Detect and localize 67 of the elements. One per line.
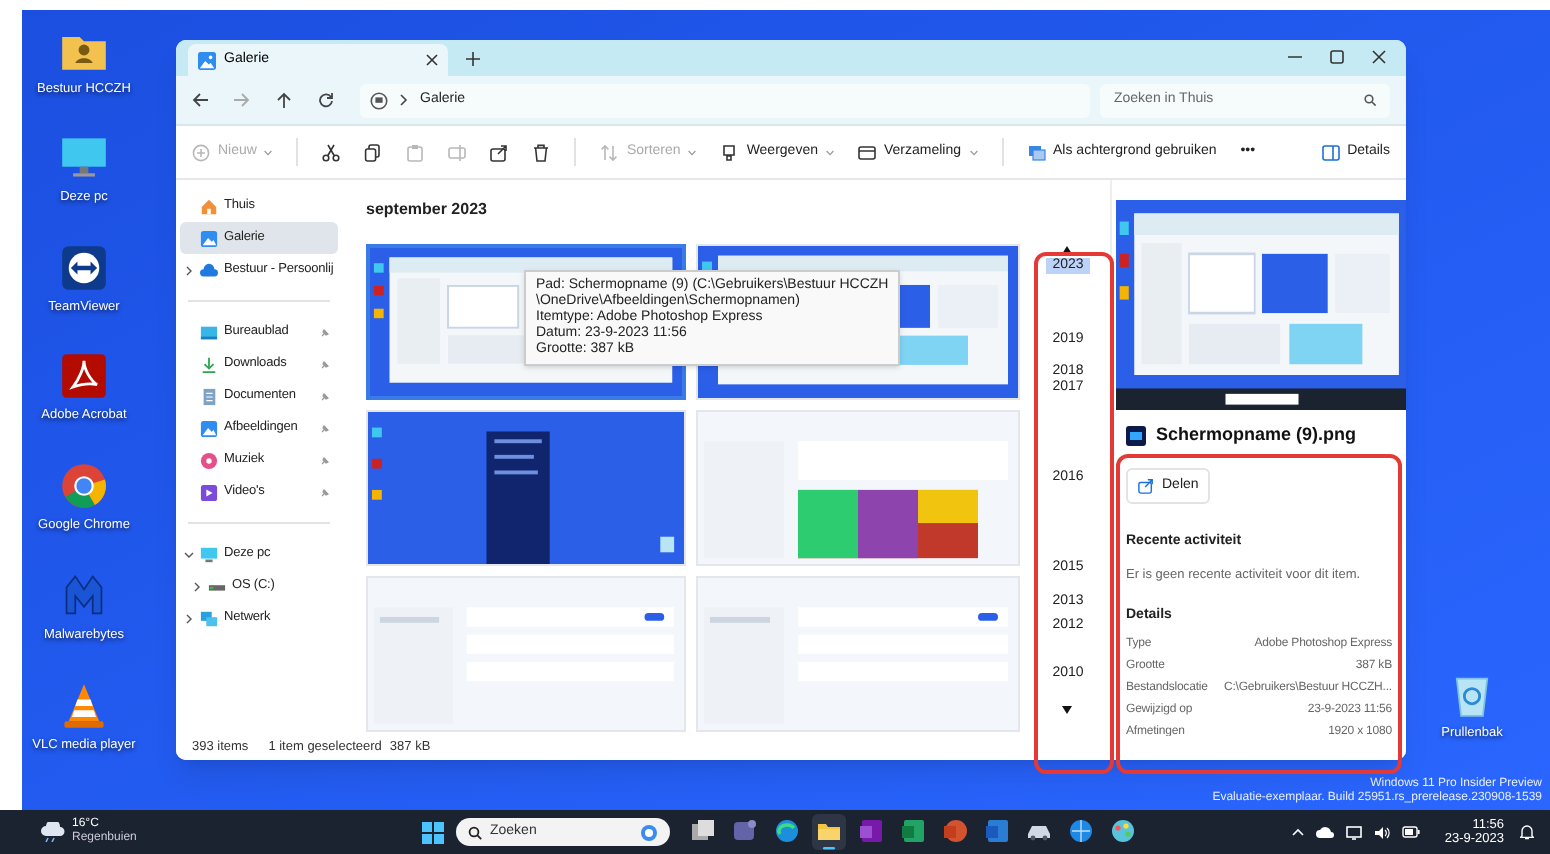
minimize-icon[interactable] (1288, 50, 1302, 64)
monitor-icon (200, 545, 218, 563)
pin-icon[interactable] (320, 391, 330, 401)
caret-icon (825, 149, 834, 155)
chevron-right-icon[interactable] (192, 581, 202, 591)
folder-icon[interactable] (812, 814, 846, 850)
search-icon[interactable] (1364, 94, 1376, 106)
start-icon[interactable] (422, 821, 444, 843)
share-icon[interactable] (490, 143, 509, 161)
chevron-up-icon[interactable] (1292, 828, 1305, 836)
gallery-icon (200, 229, 218, 247)
chevron-icon (400, 94, 408, 106)
scroll-down-icon[interactable] (1062, 706, 1072, 714)
traffic-cone-icon[interactable] (60, 682, 108, 730)
caret-icon (264, 149, 273, 155)
file-name: Schermopname (9).png (1156, 422, 1357, 448)
panel-icon (1321, 143, 1340, 161)
pin-icon[interactable] (320, 487, 330, 497)
chevron-right-icon[interactable] (184, 613, 194, 623)
caret-icon (969, 149, 978, 155)
lightbulb-icon (720, 143, 739, 161)
scissors-icon[interactable] (322, 143, 341, 161)
plus-circle-icon (192, 143, 210, 161)
monitor-icon (370, 91, 388, 109)
cloud-icon[interactable] (1316, 826, 1335, 838)
picture-folder-icon (200, 419, 218, 437)
pin-icon[interactable] (320, 455, 330, 465)
trash-icon[interactable] (532, 143, 551, 161)
desktop-icon (200, 323, 218, 341)
bell-icon[interactable] (1520, 824, 1534, 840)
pin-icon[interactable] (320, 327, 330, 337)
assistant-icon (640, 823, 658, 841)
section-heading: september 2023 (366, 200, 489, 218)
pin-icon[interactable] (320, 423, 330, 433)
document-icon[interactable] (60, 352, 108, 400)
network-icon (200, 609, 218, 627)
gallery-icon (198, 51, 216, 69)
sort-icon (600, 143, 619, 161)
scroll-up-icon[interactable] (1062, 246, 1072, 254)
back-arrow-icon[interactable] (192, 92, 208, 108)
close-icon[interactable] (1372, 50, 1386, 64)
cloud-icon (200, 261, 218, 279)
browser-icon[interactable] (60, 462, 108, 510)
speaker-icon[interactable] (1374, 825, 1391, 839)
pin-icon[interactable] (320, 359, 330, 369)
download-icon (200, 355, 218, 373)
share-icon (1138, 477, 1154, 494)
up-arrow-icon[interactable] (276, 92, 292, 108)
file-type-icon (1126, 425, 1146, 446)
chevron-right-icon[interactable] (184, 265, 194, 275)
close-icon[interactable] (426, 54, 438, 66)
house-icon (200, 197, 218, 215)
battery-icon[interactable] (1402, 826, 1421, 838)
wallpaper-icon (1027, 143, 1046, 161)
monitor-icon[interactable] (1346, 825, 1363, 839)
document-icon (200, 387, 218, 405)
album-icon (857, 143, 876, 161)
caret-icon (688, 149, 697, 155)
rain-cloud-icon[interactable] (40, 822, 66, 842)
search-icon (468, 825, 482, 839)
video-icon (200, 483, 218, 501)
copy-icon[interactable] (364, 143, 383, 161)
chevron-down-icon[interactable] (184, 549, 194, 559)
plus-icon[interactable] (466, 52, 480, 66)
maximize-icon[interactable] (1330, 50, 1344, 64)
music-icon (200, 451, 218, 469)
refresh-icon[interactable] (318, 92, 334, 108)
